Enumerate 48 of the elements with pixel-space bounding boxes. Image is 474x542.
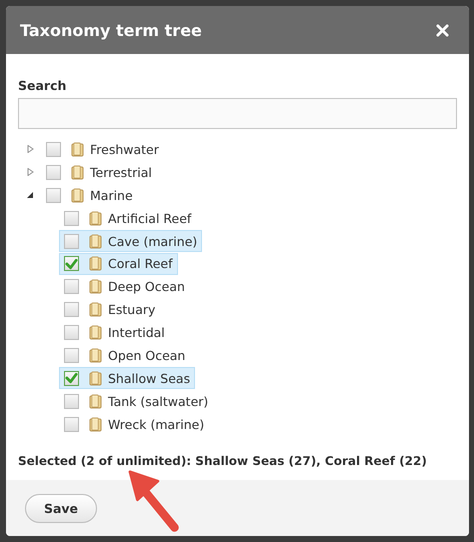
folder-icon [89,394,102,409]
expand-triangle-icon[interactable] [26,168,34,176]
folder-icon [71,142,84,157]
folder-icon [89,302,102,318]
checkbox[interactable] [64,302,79,318]
folder-icon [89,210,102,226]
folder-icon [71,188,84,203]
checkbox[interactable] [46,164,61,180]
save-button[interactable]: Save [25,494,97,522]
tree-item-label[interactable]: Wreck (marine) [108,416,204,432]
checkbox[interactable] [64,325,79,340]
search-label: Search [18,78,66,93]
checkbox[interactable] [46,188,61,203]
checkbox[interactable] [64,210,79,226]
collapse-triangle-icon[interactable] [26,191,34,200]
folder-icon [89,279,102,294]
dialog-title: Taxonomy term tree [20,20,202,40]
folder-icon [89,348,102,363]
folder-icon [89,416,102,432]
tree-item-label[interactable]: Shallow Seas [108,370,190,386]
tree-item-label[interactable]: Terrestrial [90,164,152,180]
folder-icon [89,234,102,248]
tree-item-label[interactable]: Cave (marine) [108,234,198,248]
checkbox[interactable] [64,416,79,432]
checkbox[interactable] [64,370,79,386]
tree-item-label[interactable]: Estuary [108,302,156,318]
expand-triangle-icon[interactable] [26,145,34,154]
tree-item-label[interactable]: Freshwater [90,142,159,157]
checkbox[interactable] [46,142,61,157]
tree-item-label[interactable]: Intertidal [108,325,165,340]
search-field[interactable] [18,98,457,129]
folder-icon [89,370,102,386]
tree-item-label[interactable]: Open Ocean [108,348,186,363]
folder-icon [89,256,102,272]
checkbox[interactable] [64,234,79,248]
tree-item-label[interactable]: Coral Reef [108,256,173,272]
selection-summary: Selected (2 of unlimited): Shallow Seas (27), Coral Reef (22) [18,454,428,468]
checkbox[interactable] [64,394,79,409]
checkbox[interactable] [64,256,79,272]
folder-icon [89,325,102,340]
folder-icon [71,164,84,180]
checkbox[interactable] [64,279,79,294]
checkbox[interactable] [64,348,79,363]
tree-item-label[interactable]: Marine [90,188,133,203]
tree-item-label[interactable]: Deep Ocean [108,279,185,294]
tree-item-label[interactable]: Artificial Reef [108,210,192,226]
close-icon[interactable] [436,24,449,36]
tree-item-label[interactable]: Tank (saltwater) [108,394,208,409]
